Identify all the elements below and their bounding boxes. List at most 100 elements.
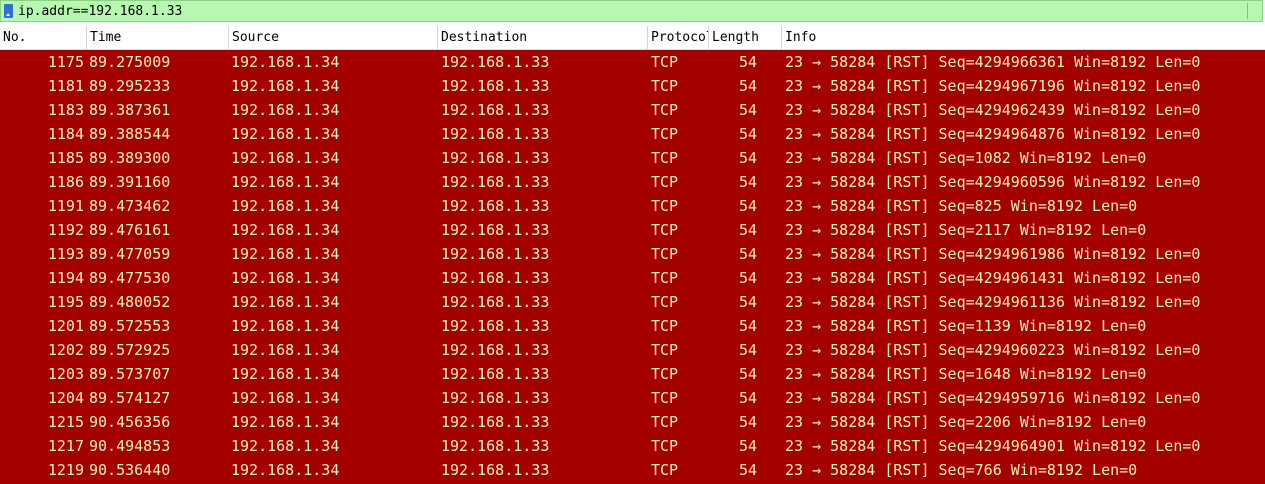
packet-length: 54 [738,365,757,383]
packet-destination: 192.168.1.33 [441,245,550,263]
packet-row[interactable]: 1202 89.572925 192.168.1.34 192.168.1.33 TCP… [0,338,1265,362]
packet-time: 89.477530 [89,269,171,287]
packet-destination: 192.168.1.33 [441,197,550,215]
packet-info: 23 → 58284 [RST] Seq=4294962439 Win=8192… [785,101,1201,119]
packet-source: 192.168.1.34 [231,413,340,431]
packet-info: 23 → 58284 [RST] Seq=4294967196 Win=8192… [785,77,1201,95]
packet-no: 1203 [47,365,84,383]
packet-source: 192.168.1.34 [231,461,340,479]
packet-no: 1192 [47,221,84,239]
packet-length: 54 [738,173,757,191]
packet-row[interactable]: 1203 89.573707 192.168.1.34 192.168.1.33 TCP… [0,362,1265,386]
packet-no: 1195 [47,293,84,311]
packet-source: 192.168.1.34 [231,341,340,359]
packet-source: 192.168.1.34 [231,317,340,335]
packet-destination: 192.168.1.33 [441,53,550,71]
packet-length: 54 [738,125,757,143]
packet-no: 1191 [47,197,84,215]
packet-length: 54 [738,293,757,311]
packet-list: 1175 89.275009 192.168.1.34 192.168.1.33 TCP… [0,50,1265,484]
packet-no: 1181 [47,77,84,95]
packet-time: 89.275009 [89,53,171,71]
packet-time: 90.536440 [89,461,171,479]
packet-time: 89.391160 [89,173,171,191]
packet-protocol: TCP [651,269,679,287]
packet-destination: 192.168.1.33 [441,437,550,455]
packet-destination: 192.168.1.33 [441,221,550,239]
packet-info: 23 → 58284 [RST] Seq=4294961431 Win=8192… [785,269,1201,287]
packet-no: 1217 [47,437,84,455]
packet-length: 54 [738,197,757,215]
bookmark-icon[interactable] [4,4,13,18]
packet-no: 1193 [47,245,84,263]
packet-protocol: TCP [651,221,679,239]
packet-source: 192.168.1.34 [231,77,340,95]
column-header-time[interactable]: Time [87,26,229,49]
packet-info: 23 → 58284 [RST] Seq=766 Win=8192 Len=0 [785,461,1138,479]
packet-info: 23 → 58284 [RST] Seq=4294960223 Win=8192… [785,341,1201,359]
packet-time: 89.388544 [89,125,171,143]
filter-dropdown-area[interactable] [1247,3,1260,19]
column-header-no[interactable]: No. [0,26,87,49]
packet-row[interactable]: 1183 89.387361 192.168.1.34 192.168.1.33 TCP… [0,98,1265,122]
packet-row[interactable]: 1192 89.476161 192.168.1.34 192.168.1.33 TCP… [0,218,1265,242]
packet-info: 23 → 58284 [RST] Seq=1082 Win=8192 Len=0 [785,149,1147,167]
column-header-length[interactable]: Length [709,26,782,49]
packet-time: 89.480052 [89,293,171,311]
packet-no: 1184 [47,125,84,143]
packet-source: 192.168.1.34 [231,149,340,167]
packet-info: 23 → 58284 [RST] Seq=1648 Win=8192 Len=0 [785,365,1147,383]
packet-length: 54 [738,269,757,287]
packet-length: 54 [738,149,757,167]
packet-protocol: TCP [651,365,679,383]
packet-info: 23 → 58284 [RST] Seq=2117 Win=8192 Len=0 [785,221,1147,239]
packet-info: 23 → 58284 [RST] Seq=4294961136 Win=8192… [785,293,1201,311]
packet-source: 192.168.1.34 [231,53,340,71]
packet-time: 89.295233 [89,77,171,95]
packet-row[interactable]: 1201 89.572553 192.168.1.34 192.168.1.33 TCP… [0,314,1265,338]
packet-no: 1183 [47,101,84,119]
packet-row[interactable]: 1193 89.477059 192.168.1.34 192.168.1.33 TCP… [0,242,1265,266]
packet-no: 1185 [47,149,84,167]
packet-length: 54 [738,461,757,479]
packet-length: 54 [738,389,757,407]
packet-time: 90.456356 [89,413,171,431]
column-header-destination[interactable]: Destination [438,26,648,49]
packet-destination: 192.168.1.33 [441,317,550,335]
display-filter-input[interactable] [18,2,1247,20]
packet-info: 23 → 58284 [RST] Seq=4294964876 Win=8192… [785,125,1201,143]
packet-row[interactable]: 1184 89.388544 192.168.1.34 192.168.1.33 TCP… [0,122,1265,146]
packet-destination: 192.168.1.33 [441,77,550,95]
packet-protocol: TCP [651,197,679,215]
packet-row[interactable]: 1195 89.480052 192.168.1.34 192.168.1.33 TCP… [0,290,1265,314]
packet-protocol: TCP [651,341,679,359]
packet-no: 1202 [47,341,84,359]
packet-protocol: TCP [651,77,679,95]
packet-protocol: TCP [651,293,679,311]
packet-source: 192.168.1.34 [231,221,340,239]
packet-source: 192.168.1.34 [231,293,340,311]
packet-row[interactable]: 1181 89.295233 192.168.1.34 192.168.1.33 TCP… [0,74,1265,98]
column-header-info[interactable]: Info [782,26,1265,49]
packet-row[interactable]: 1175 89.275009 192.168.1.34 192.168.1.33 TCP… [0,50,1265,74]
packet-source: 192.168.1.34 [231,437,340,455]
packet-destination: 192.168.1.33 [441,461,550,479]
packet-info: 23 → 58284 [RST] Seq=4294961986 Win=8192… [785,245,1201,263]
packet-row[interactable]: 1204 89.574127 192.168.1.34 192.168.1.33 TCP… [0,386,1265,410]
packet-row[interactable]: 1194 89.477530 192.168.1.34 192.168.1.33 TCP… [0,266,1265,290]
column-header-source[interactable]: Source [229,26,438,49]
packet-row[interactable]: 1186 89.391160 192.168.1.34 192.168.1.33 TCP… [0,170,1265,194]
packet-length: 54 [738,53,757,71]
packet-row[interactable]: 1219 90.536440 192.168.1.34 192.168.1.33 TCP… [0,458,1265,482]
packet-row[interactable]: 1191 89.473462 192.168.1.34 192.168.1.33 TCP… [0,194,1265,218]
packet-row[interactable]: 1215 90.456356 192.168.1.34 192.168.1.33 TCP… [0,410,1265,434]
packet-row[interactable]: 1217 90.494853 192.168.1.34 192.168.1.33 TCP… [0,434,1265,458]
packet-time: 89.477059 [89,245,171,263]
packet-source: 192.168.1.34 [231,245,340,263]
packet-length: 54 [738,101,757,119]
packet-protocol: TCP [651,437,679,455]
packet-time: 89.572553 [89,317,171,335]
packet-time: 89.389300 [89,149,171,167]
packet-row[interactable]: 1185 89.389300 192.168.1.34 192.168.1.33 TCP… [0,146,1265,170]
column-header-protocol[interactable]: Protocol [648,26,709,49]
